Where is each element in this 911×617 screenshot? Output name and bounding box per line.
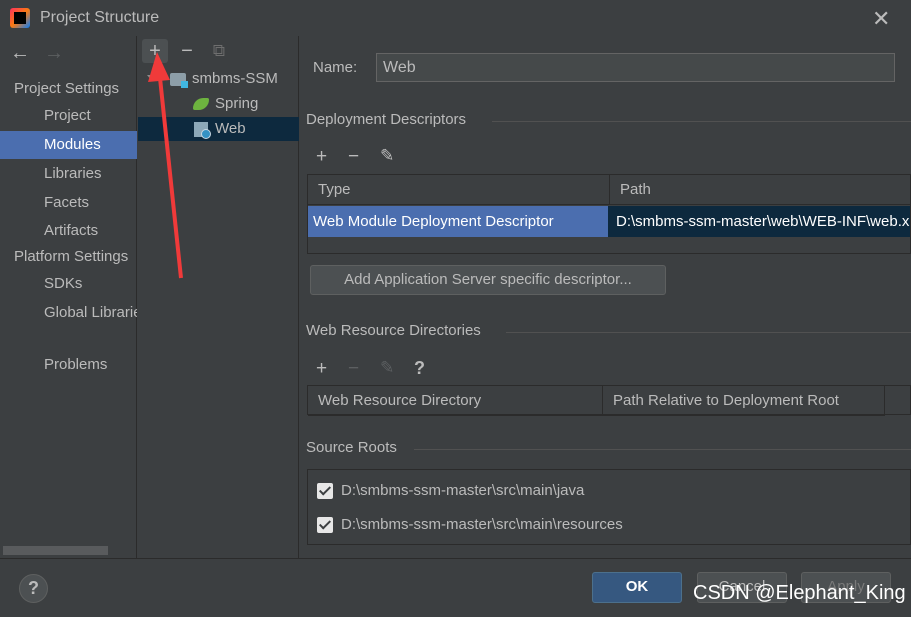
- descriptors-table: Type Path Web Module Deployment Descript…: [307, 174, 911, 254]
- remove-icon[interactable]: −: [174, 39, 200, 63]
- csdn-watermark: CSDN @Elephant_King: [693, 582, 906, 604]
- title-bar: Project Structure ✕: [0, 0, 911, 36]
- sidebar-item-facets[interactable]: Facets: [0, 189, 137, 217]
- add-icon[interactable]: +: [316, 146, 327, 168]
- spring-icon: [193, 98, 209, 110]
- edit-pencil-icon[interactable]: ✎: [380, 358, 394, 378]
- section-divider: [492, 121, 911, 122]
- ok-button[interactable]: OK: [592, 572, 682, 603]
- close-icon[interactable]: ✕: [872, 6, 890, 32]
- module-folder-icon: [170, 73, 188, 88]
- section-divider: [414, 449, 911, 450]
- project-settings-header: Project Settings: [14, 80, 120, 97]
- sidebar-item-artifacts[interactable]: Artifacts: [0, 217, 137, 245]
- section-divider: [506, 332, 911, 333]
- web-resources-toolbar: + − ✎ ?: [316, 358, 436, 382]
- add-server-descriptor-button[interactable]: Add Application Server specific descript…: [310, 265, 666, 295]
- source-roots-header: Source Roots: [306, 439, 397, 456]
- descriptor-type-cell[interactable]: Web Module Deployment Descriptor: [308, 206, 608, 237]
- settings-sidebar: ← → Project Settings Project Modules Libr…: [0, 36, 137, 558]
- descriptor-path-cell[interactable]: D:\smbms-ssm-master\web\WEB-INF\web.xml: [608, 206, 910, 237]
- tree-node-module[interactable]: smbms-SSM: [138, 67, 299, 91]
- help-button[interactable]: ?: [19, 574, 48, 603]
- source-root-path: D:\smbms-ssm-master\src\main\java: [341, 482, 585, 499]
- source-root-path: D:\smbms-ssm-master\src\main\resources: [341, 516, 623, 533]
- sidebar-item-libraries[interactable]: Libraries: [0, 160, 137, 188]
- expand-arrow-icon[interactable]: [147, 75, 157, 81]
- sidebar-item-problems[interactable]: Problems: [0, 351, 137, 379]
- sidebar-item-modules[interactable]: Modules: [0, 131, 137, 159]
- tree-node-label: Spring: [215, 95, 259, 112]
- column-header-path[interactable]: Path: [610, 175, 911, 205]
- intellij-idea-icon: [10, 8, 30, 28]
- source-root-item[interactable]: D:\smbms-ssm-master\src\main\java: [317, 482, 585, 500]
- nav-arrows: ← →: [10, 42, 78, 65]
- sidebar-item-project[interactable]: Project: [0, 102, 137, 130]
- tree-node-label: Web: [215, 120, 246, 137]
- web-facet-icon: [194, 122, 211, 139]
- web-resource-directories-header: Web Resource Directories: [306, 322, 481, 339]
- platform-settings-header: Platform Settings: [14, 248, 129, 265]
- column-header-type[interactable]: Type: [308, 175, 610, 205]
- add-icon[interactable]: +: [142, 39, 168, 63]
- window-title: Project Structure: [40, 9, 160, 26]
- name-field[interactable]: [376, 53, 895, 82]
- tree-node-label: smbms-SSM: [192, 70, 278, 87]
- tree-toolbar: + − ⧉: [138, 36, 299, 66]
- deployment-descriptors-header: Deployment Descriptors: [306, 111, 467, 128]
- sidebar-item-sdks[interactable]: SDKs: [0, 270, 137, 298]
- back-arrow-icon[interactable]: ←: [10, 42, 30, 64]
- add-icon[interactable]: +: [316, 358, 327, 380]
- help-icon[interactable]: ?: [414, 358, 425, 379]
- copy-icon[interactable]: ⧉: [206, 39, 232, 63]
- tree-node-web[interactable]: Web: [138, 117, 299, 141]
- descriptors-toolbar: + − ✎: [316, 146, 416, 170]
- sidebar-item-global-libraries[interactable]: Global Libraries: [0, 299, 137, 327]
- forward-arrow-icon[interactable]: →: [44, 42, 64, 64]
- tree-node-spring[interactable]: Spring: [138, 92, 299, 116]
- checkbox-checked[interactable]: [317, 483, 333, 500]
- source-roots-list: [307, 469, 911, 545]
- edit-pencil-icon[interactable]: ✎: [380, 146, 394, 166]
- column-header-relative-path[interactable]: Path Relative to Deployment Root: [603, 386, 885, 416]
- web-resources-table: Web Resource Directory Path Relative to …: [307, 385, 911, 416]
- remove-icon[interactable]: −: [348, 146, 359, 168]
- checkbox-checked[interactable]: [317, 517, 333, 534]
- name-label: Name:: [313, 59, 358, 76]
- remove-icon[interactable]: −: [348, 358, 359, 380]
- source-root-item[interactable]: D:\smbms-ssm-master\src\main\resources: [317, 516, 623, 534]
- sidebar-scrollbar[interactable]: [3, 546, 108, 555]
- module-tree: + − ⧉ smbms-SSM Spring Web: [138, 36, 299, 558]
- column-header-web-resource-directory[interactable]: Web Resource Directory: [308, 386, 603, 416]
